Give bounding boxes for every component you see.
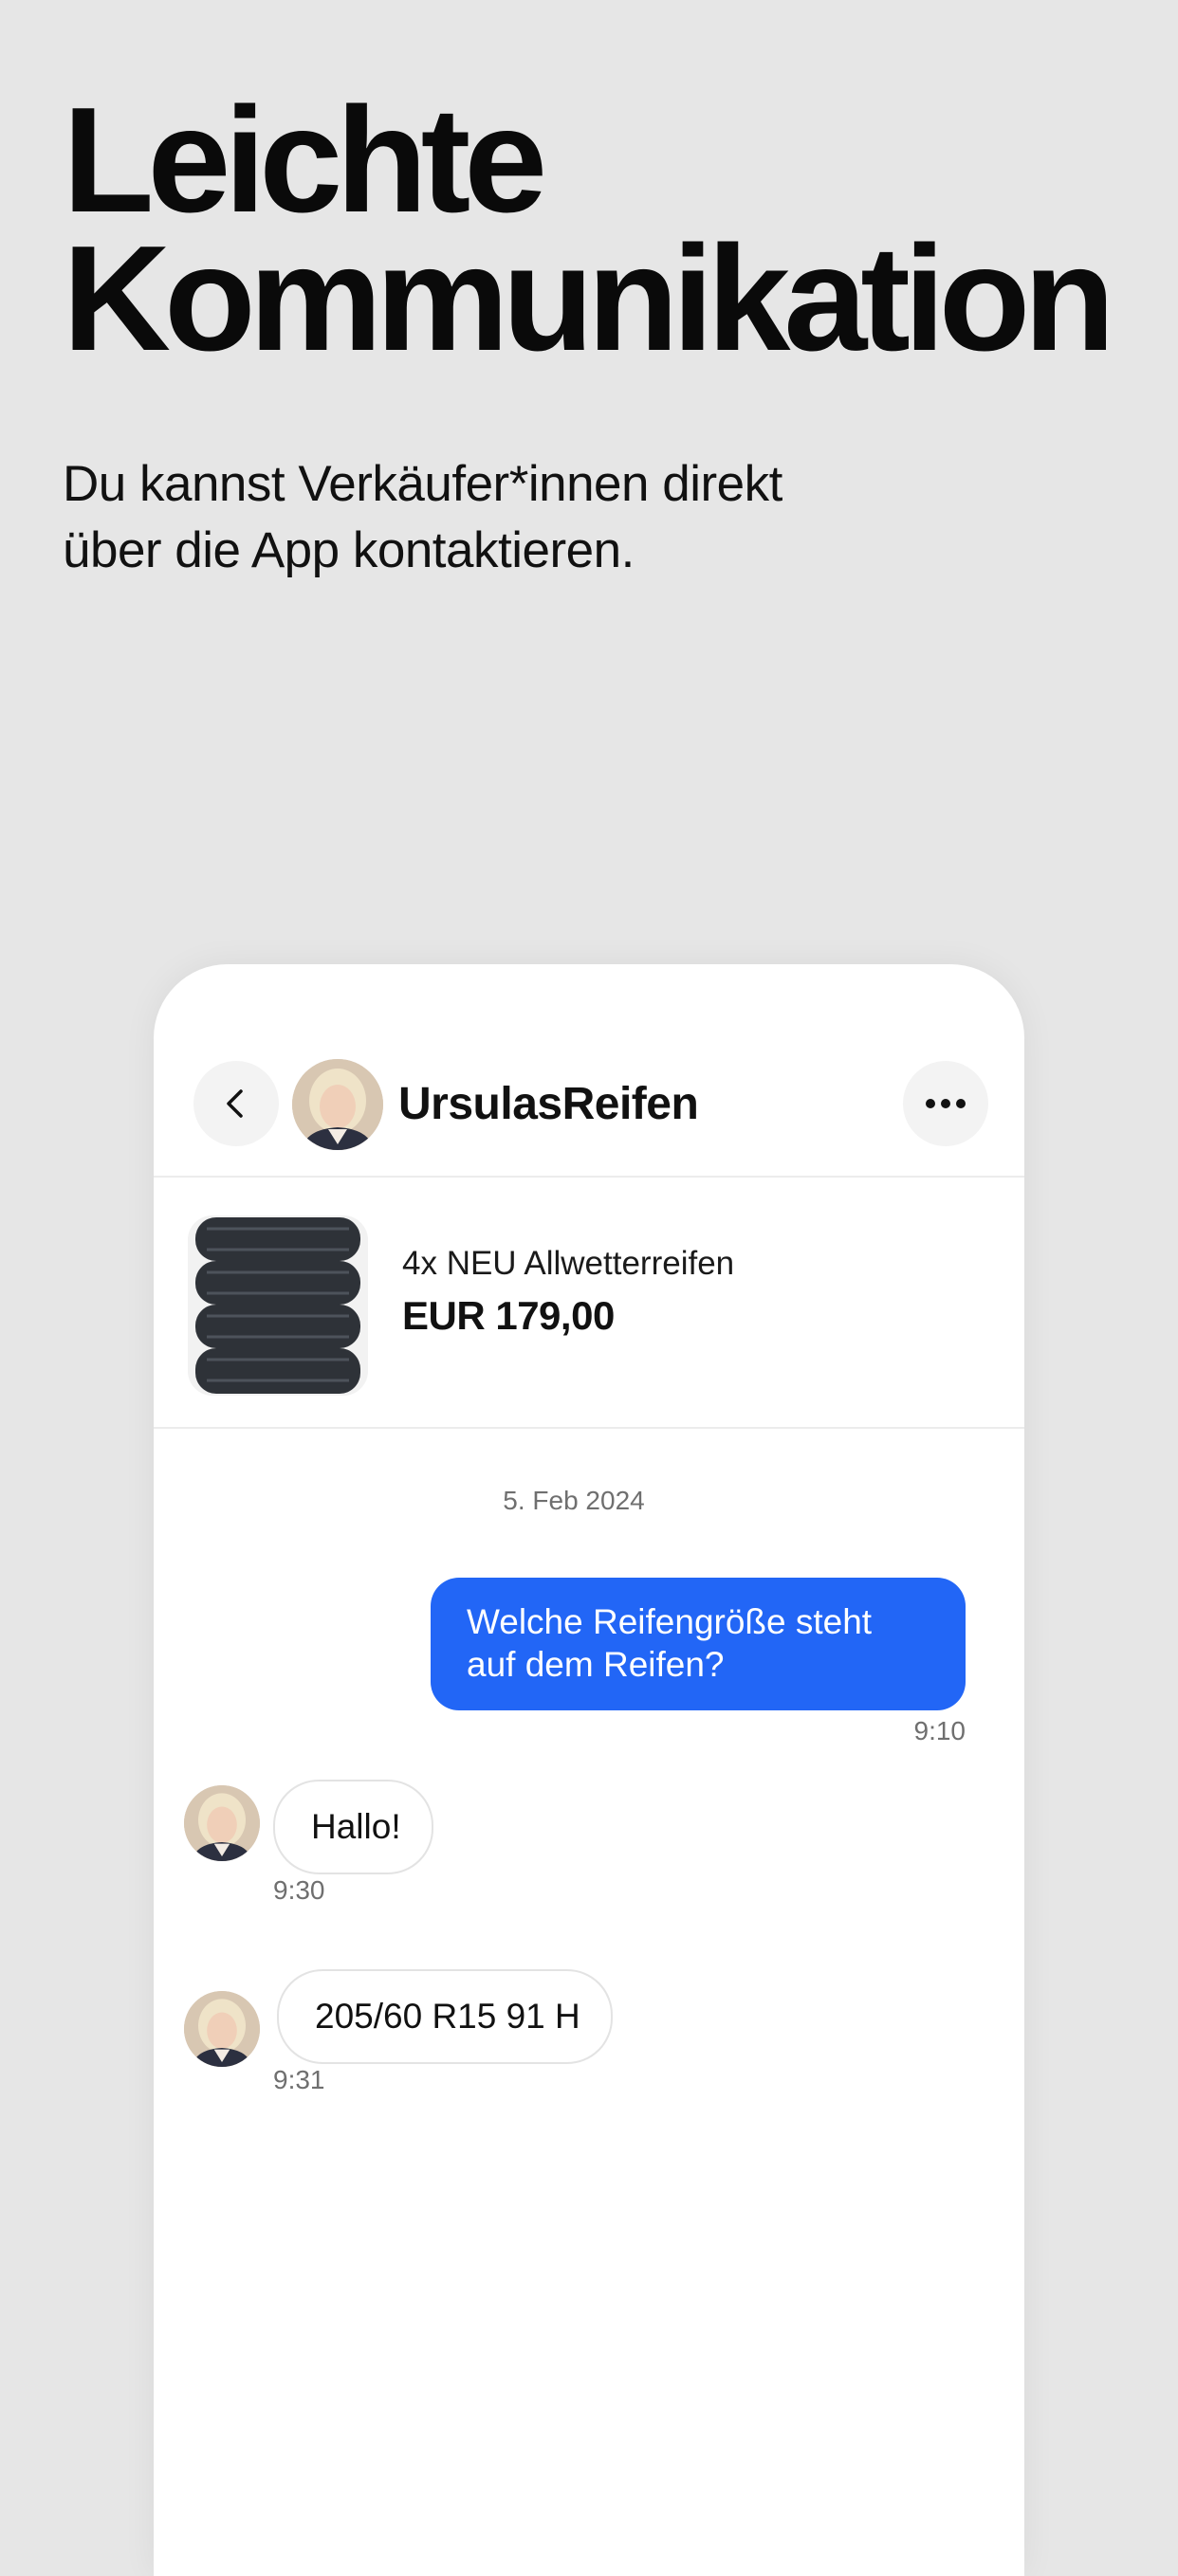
listing-price: EUR 179,00 bbox=[402, 1293, 615, 1338]
listing-summary[interactable]: 4x NEU Allwetterreifen EUR 179,00 bbox=[154, 1178, 1024, 1429]
promo-headline: Leichte Kommunikation bbox=[63, 77, 1115, 382]
listing-image[interactable] bbox=[188, 1215, 368, 1396]
back-button[interactable] bbox=[193, 1061, 279, 1146]
contact-avatar[interactable] bbox=[292, 1059, 383, 1150]
contact-name[interactable]: UrsulasReifen bbox=[398, 1070, 699, 1139]
listing-title[interactable]: 4x NEU Allwetterreifen bbox=[402, 1242, 734, 1286]
incoming-message-bubble[interactable]: 205/60 R15 91 H bbox=[277, 1969, 613, 2064]
promo-headline-line-2: Kommunikation bbox=[63, 215, 1115, 382]
message-timestamp: 9:31 bbox=[273, 2065, 325, 2094]
promo-subtitle: Du kannst Verkäufer*innen direkt über di… bbox=[63, 451, 782, 584]
sender-avatar[interactable] bbox=[184, 1991, 260, 2067]
more-horizontal-icon bbox=[926, 1099, 966, 1108]
promo-subtitle-line-1: Du kannst Verkäufer*innen direkt bbox=[63, 456, 782, 512]
chat-header: UrsulasReifen bbox=[154, 964, 1024, 1178]
phone-chat-screen: UrsulasReifen 4x NEU Allwetterreifen EUR… bbox=[154, 964, 1024, 2576]
sender-avatar[interactable] bbox=[184, 1785, 260, 1861]
more-options-button[interactable] bbox=[903, 1061, 988, 1146]
chevron-left-icon bbox=[227, 1089, 243, 1118]
message-timestamp: 9:30 bbox=[273, 1875, 325, 1905]
outgoing-message-bubble[interactable]: Welche Reifengröße steht auf dem Reifen? bbox=[431, 1578, 966, 1710]
date-separator: 5. Feb 2024 bbox=[503, 1486, 645, 1515]
promo-subtitle-line-2: über die App kontaktieren. bbox=[63, 522, 635, 578]
promo-headline-line-1: Leichte bbox=[63, 77, 547, 244]
message-timestamp: 9:10 bbox=[913, 1716, 966, 1745]
incoming-message-bubble[interactable]: Hallo! bbox=[273, 1780, 433, 1874]
